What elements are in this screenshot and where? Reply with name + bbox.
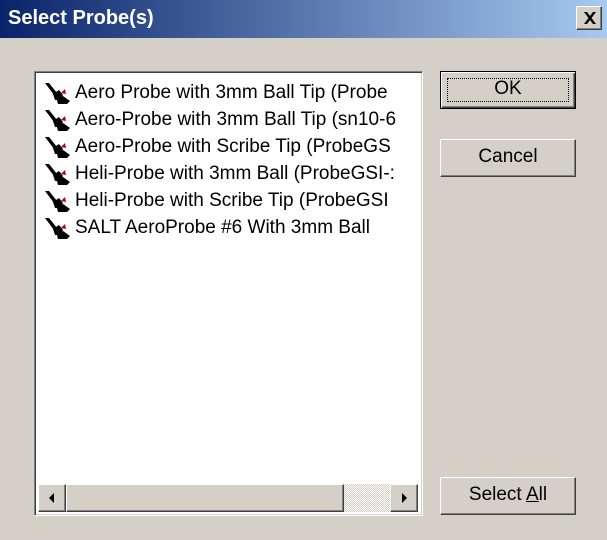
list-item[interactable]: Heli-Probe with Scribe Tip (ProbeGSI <box>43 188 422 214</box>
window-title: Select Probe(s) <box>8 7 154 29</box>
select-all-label-prefix: Select <box>468 484 526 505</box>
close-icon <box>584 12 596 24</box>
probe-icon <box>45 191 70 212</box>
cancel-label: Cancel <box>478 146 538 167</box>
arrow-right-icon <box>402 493 407 503</box>
close-button[interactable] <box>576 6 602 30</box>
scroll-thumb[interactable] <box>66 484 344 512</box>
probe-icon <box>45 218 70 239</box>
probe-icon <box>45 137 70 158</box>
list-item[interactable]: Heli-Probe with 3mm Ball (ProbeGSI-: <box>43 161 422 187</box>
probe-icon <box>45 164 70 185</box>
select-all-accelerator: A <box>525 484 539 505</box>
title-bar: Select Probe(s) <box>0 0 607 38</box>
cancel-button[interactable]: Cancel <box>440 139 576 177</box>
probe-list[interactable]: Aero Probe with 3mm Ball Tip (Probe Aero… <box>34 71 423 516</box>
probe-icon <box>45 83 70 104</box>
select-probes-dialog: Select Probe(s) Aero Probe with 3mm Ball… <box>0 0 607 540</box>
arrow-left-icon <box>49 493 54 503</box>
focus-rectangle <box>447 78 569 102</box>
probe-label: Aero-Probe with Scribe Tip (ProbeGS <box>75 136 391 157</box>
list-item[interactable]: SALT AeroProbe #6 With 3mm Ball <box>43 215 422 241</box>
list-item[interactable]: Aero-Probe with Scribe Tip (ProbeGS <box>43 134 422 160</box>
select-all-label: Select All <box>469 484 547 505</box>
select-all-button[interactable]: Select All <box>440 477 576 515</box>
probe-label: Aero Probe with 3mm Ball Tip (Probe <box>75 82 388 103</box>
scroll-left-button[interactable] <box>38 484 66 512</box>
probe-label: Heli-Probe with 3mm Ball (ProbeGSI-: <box>75 163 395 184</box>
probe-label: SALT AeroProbe #6 With 3mm Ball <box>75 217 370 238</box>
list-item[interactable]: Aero-Probe with 3mm Ball Tip (sn10-6 <box>43 107 422 133</box>
scroll-track[interactable] <box>344 484 390 512</box>
scroll-right-button[interactable] <box>390 484 418 512</box>
horizontal-scrollbar[interactable] <box>38 484 418 512</box>
probe-icon <box>45 110 70 131</box>
probe-label: Heli-Probe with Scribe Tip (ProbeGSI <box>75 190 389 211</box>
select-all-label-suffix: ll <box>538 484 548 505</box>
list-item[interactable]: Aero Probe with 3mm Ball Tip (Probe <box>43 80 422 106</box>
ok-button[interactable]: OK <box>440 71 576 109</box>
probe-label: Aero-Probe with 3mm Ball Tip (sn10-6 <box>75 109 397 130</box>
